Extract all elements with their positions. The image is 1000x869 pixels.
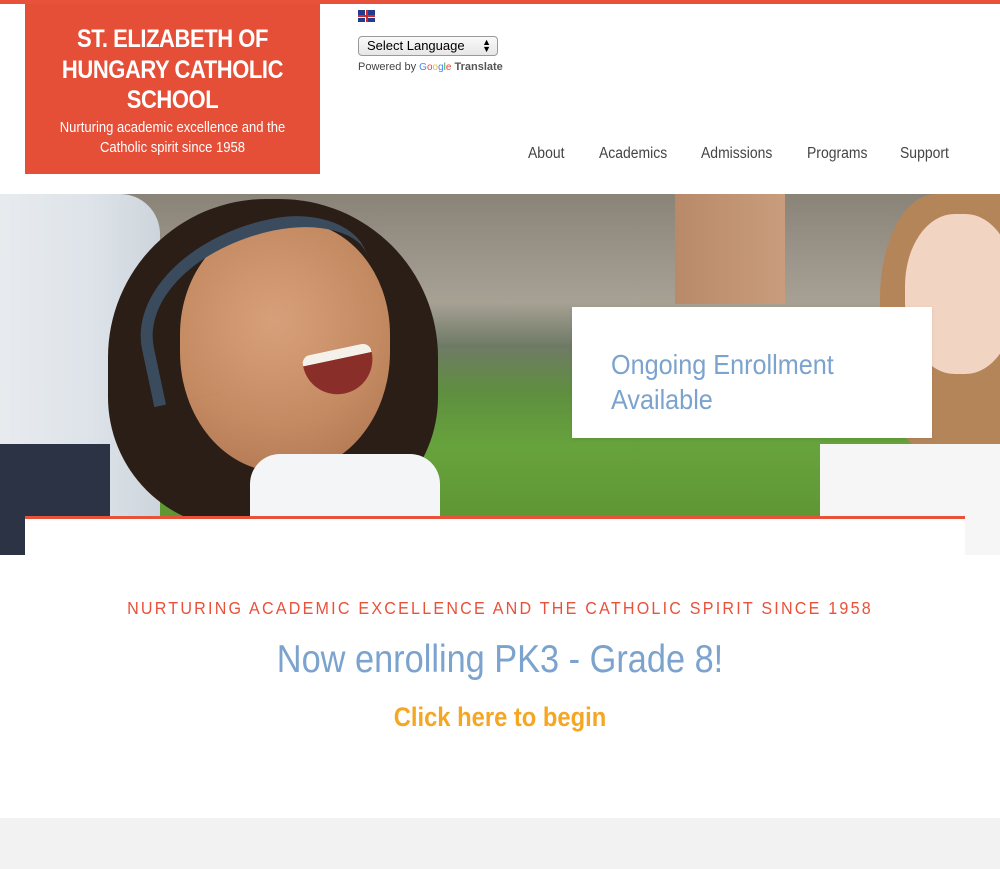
nav-item-admissions[interactable]: Admissions — [701, 145, 772, 163]
nav-item-academics[interactable]: Academics — [599, 145, 667, 163]
language-select-value: Select Language — [367, 38, 465, 53]
nav-item-support[interactable]: Support — [900, 145, 949, 163]
click-here-to-begin-link[interactable]: Click here to begin — [60, 702, 940, 733]
language-select[interactable]: Select Language ▲ ▼ — [358, 36, 498, 56]
powered-by-google: Powered by Google Translate — [358, 61, 503, 73]
enrollment-headline: Now enrolling PK3 - Grade 8! — [276, 638, 724, 681]
main-nav: About Academics Admissions Programs Supp… — [0, 145, 1000, 165]
content-card-top — [25, 516, 965, 556]
enrollment-promo-card[interactable]: Ongoing Enrollment Available — [572, 307, 932, 438]
school-name: ST. ELIZABETH OF HUNGARY CATHOLIC SCHOOL — [61, 25, 284, 114]
translate-link[interactable]: Translate — [454, 61, 502, 73]
promo-text: Ongoing Enrollment Available — [611, 349, 834, 415]
nav-item-programs[interactable]: Programs — [807, 145, 867, 163]
google-translate-widget: Select Language ▲ ▼ Powered by Google Tra… — [358, 10, 503, 73]
uk-flag-icon[interactable] — [358, 10, 375, 22]
footer-band — [0, 818, 1000, 869]
nav-item-about[interactable]: About — [528, 145, 564, 163]
google-logo: Google — [419, 62, 452, 73]
select-arrows-icon: ▲ ▼ — [482, 37, 491, 54]
section-tagline: NURTURING ACADEMIC EXCELLENCE AND THE CA… — [127, 598, 873, 618]
